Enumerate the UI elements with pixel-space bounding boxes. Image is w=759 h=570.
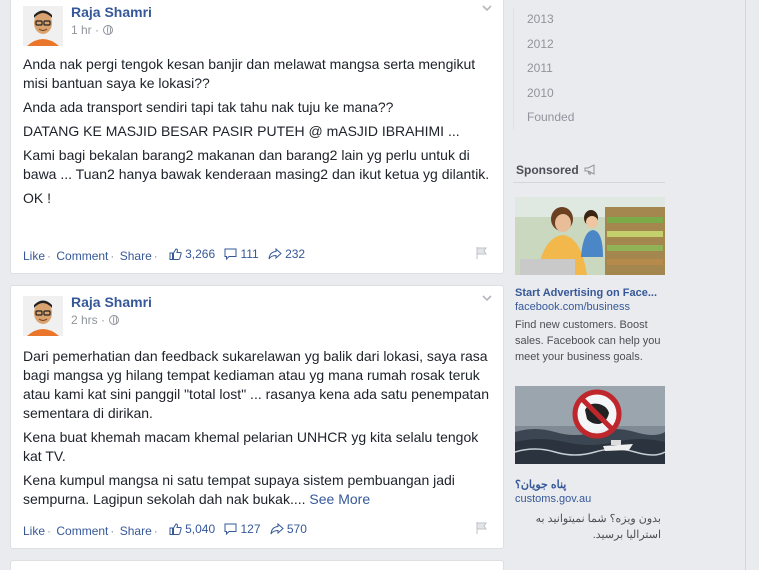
share-icon — [270, 523, 284, 535]
megaphone-icon — [584, 164, 595, 175]
like-button[interactable]: Like — [23, 249, 45, 263]
year-item[interactable]: 2010 — [513, 80, 663, 105]
post-author[interactable]: Raja Shamri — [71, 294, 152, 310]
sponsored-label: Sponsored — [516, 163, 579, 177]
year-item[interactable]: 2011 — [513, 56, 663, 81]
ad-1[interactable]: Start Advertising on Face... facebook.co… — [515, 197, 665, 365]
post-paragraph: Dari pemerhatian dan feedback sukarelawa… — [23, 348, 489, 421]
ad-title[interactable]: Start Advertising on Face... — [515, 287, 665, 299]
shares-value: 570 — [286, 522, 307, 536]
thumbs-up-icon — [169, 248, 182, 260]
post-1: Raja Shamri 1 hr · Anda nak pergi tengok… — [10, 0, 504, 274]
comments-value: 111 — [240, 247, 259, 261]
post-paragraph: Kena kumpul mangsa ni satu tempat supaya… — [23, 471, 491, 509]
comment-icon — [224, 523, 237, 535]
divider — [513, 182, 665, 183]
ad-text: Find new customers. Boost sales. Faceboo… — [515, 319, 661, 363]
post-time[interactable]: 1 hr — [71, 23, 92, 37]
chevron-down-icon[interactable] — [481, 292, 493, 304]
post-3-partial — [10, 560, 504, 570]
year-item[interactable]: 2012 — [513, 31, 663, 56]
comments-count[interactable]: 111 — [224, 247, 259, 261]
ad-image[interactable] — [515, 386, 665, 464]
globe-icon — [103, 25, 114, 35]
flag-icon[interactable] — [475, 246, 489, 263]
see-more-link[interactable]: See More — [309, 491, 370, 507]
post-paragraph: Anda nak pergi tengok kesan banjir dan m… — [23, 56, 476, 91]
comment-button[interactable]: Comment — [56, 249, 108, 263]
post-paragraph: Kena buat khemah macam khemal pelarian U… — [23, 429, 479, 464]
shares-count[interactable]: 232 — [268, 247, 305, 261]
post-paragraph: Kami bagi bekalan barang2 makanan dan ba… — [23, 147, 490, 182]
like-button[interactable]: Like — [23, 524, 45, 538]
post-body: Dari pemerhatian dan feedback sukarelawa… — [11, 336, 503, 509]
post-timestamp[interactable]: 1 hr · — [71, 23, 114, 37]
ad-image[interactable] — [515, 197, 665, 275]
ad-title[interactable]: پناه جویان؟ — [515, 478, 665, 491]
ad-domain[interactable]: facebook.com/business — [515, 301, 665, 313]
comments-count[interactable]: 127 — [224, 522, 261, 536]
post-paragraph: Anda ada transport sendiri tapi tak tahu… — [23, 99, 394, 115]
shares-value: 232 — [285, 247, 306, 261]
shares-count[interactable]: 570 — [270, 522, 307, 536]
likes-value: 5,040 — [185, 522, 216, 536]
likes-count[interactable]: 3,266 — [169, 247, 215, 261]
flag-icon[interactable] — [475, 521, 489, 538]
ad-domain[interactable]: customs.gov.au — [515, 493, 665, 505]
sponsored-header: Sponsored — [516, 163, 598, 177]
scrollbar-gutter[interactable] — [745, 0, 759, 570]
post-paragraph: OK ! — [23, 190, 52, 206]
share-button[interactable]: Share — [120, 524, 152, 538]
chevron-down-icon[interactable] — [481, 2, 493, 14]
post-time[interactable]: 2 hrs — [71, 313, 98, 327]
post-body: Anda nak pergi tengok kesan banjir dan m… — [11, 46, 503, 208]
post-author[interactable]: Raja Shamri — [71, 4, 152, 20]
comment-button[interactable]: Comment — [56, 524, 108, 538]
post-paragraph-text: Kena kumpul mangsa ni satu tempat supaya… — [23, 472, 455, 507]
likes-value: 3,266 — [185, 247, 216, 261]
year-item[interactable]: 2013 — [513, 7, 663, 32]
post-paragraph: DATANG KE MASJID BESAR PASIR PUTEH @ mAS… — [23, 123, 460, 139]
post-timestamp[interactable]: 2 hrs · — [71, 313, 120, 327]
post-footer: Like · Comment · Share · 3,266 111 232 — [11, 239, 503, 269]
avatar[interactable] — [23, 6, 63, 46]
ad-text: بدون ویزه؟ شما نمیتوانید به استرالیا برس… — [535, 513, 661, 541]
ad-2[interactable]: پناه جویان؟ customs.gov.au بدون ویزه؟ شم… — [515, 386, 665, 543]
thumbs-up-icon — [169, 523, 182, 535]
avatar[interactable] — [23, 296, 63, 336]
share-icon — [268, 248, 282, 260]
post-header: Raja Shamri 1 hr · — [11, 0, 503, 46]
post-header: Raja Shamri 2 hrs · — [11, 286, 503, 336]
share-button[interactable]: Share — [120, 249, 152, 263]
post-2: Raja Shamri 2 hrs · Dari pemerhatian dan… — [10, 285, 504, 549]
timeline-year-list: 2013 2012 2011 2010 Founded — [513, 0, 663, 130]
post-footer: Like · Comment · Share · 5,040 127 570 — [11, 514, 503, 544]
year-item[interactable]: Founded — [513, 105, 663, 130]
globe-icon — [109, 315, 120, 325]
likes-count[interactable]: 5,040 — [169, 522, 215, 536]
comment-icon — [224, 248, 237, 260]
comments-value: 127 — [240, 522, 261, 536]
